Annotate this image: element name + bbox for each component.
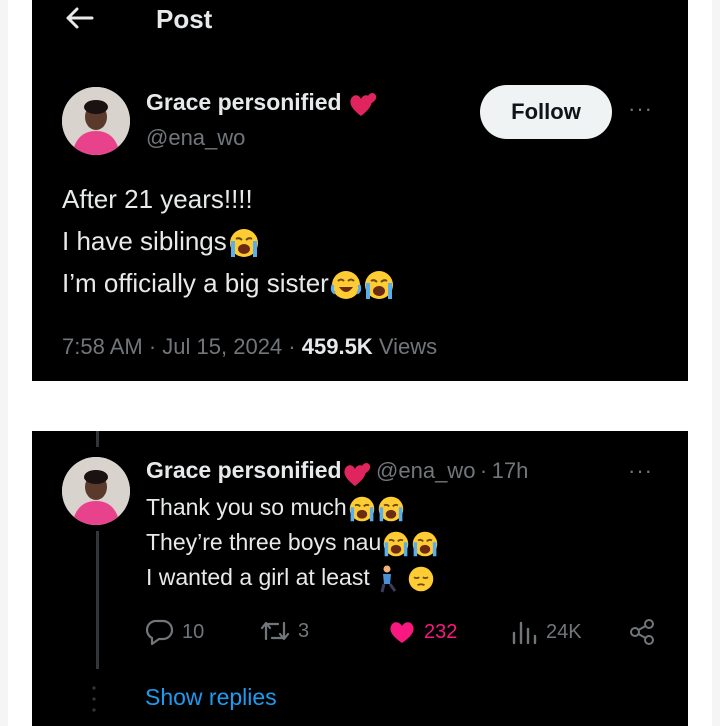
page-title: Post xyxy=(156,4,213,34)
author-handle[interactable]: @ena_wo xyxy=(376,458,475,483)
more-options-icon[interactable]: ··· xyxy=(628,458,653,484)
post-line-3: I’m officially a big sister xyxy=(62,262,395,304)
heart-emoji-icon xyxy=(350,92,377,116)
post-line-1: After 21 years!!!! xyxy=(62,184,253,214)
author-handle[interactable]: @ena_wo xyxy=(146,125,245,151)
header-separator: · xyxy=(479,458,488,483)
views-count: 459.5K xyxy=(301,334,373,359)
tears-of-joy-emoji xyxy=(330,271,361,300)
reply-count: 10 xyxy=(182,620,205,643)
post-body: After 21 years!!!! I have siblings I’m o… xyxy=(62,178,395,304)
repost-icon xyxy=(260,621,290,641)
repost-button[interactable]: 3 xyxy=(260,619,309,643)
reply-line-1: Thank you so much xyxy=(146,490,439,525)
author-name[interactable]: Grace personified xyxy=(146,89,342,115)
views-label: Views xyxy=(378,334,438,359)
avatar[interactable] xyxy=(62,87,130,155)
post-date[interactable]: Jul 15, 2024 xyxy=(162,334,282,359)
analytics-icon xyxy=(512,621,537,645)
loudly-crying-emoji xyxy=(364,271,393,300)
like-icon xyxy=(390,622,414,643)
reply-age[interactable]: 17h xyxy=(492,458,529,483)
avatar[interactable] xyxy=(62,457,130,525)
reply-line-2: They’re three boys nau xyxy=(146,525,439,560)
pensive-emoji xyxy=(408,566,433,592)
heart-emoji-icon xyxy=(343,462,370,486)
like-button[interactable]: 232 xyxy=(388,619,457,645)
more-options-icon[interactable]: ··· xyxy=(628,96,653,122)
reply-icon xyxy=(146,619,174,645)
analytics-button[interactable]: 24K xyxy=(510,619,582,645)
meta-separator: · xyxy=(288,334,296,359)
post-meta: 7:58 AM · Jul 15, 2024 · 459.5K Views xyxy=(62,334,437,360)
loudly-crying-emoji xyxy=(378,496,403,522)
reply-body: Thank you so much They’re three boys nau… xyxy=(146,490,439,595)
back-arrow-icon[interactable] xyxy=(64,6,94,30)
reply-line-3: I wanted a girl at least xyxy=(146,560,439,595)
thread-line-top xyxy=(96,431,99,447)
loudly-crying-emoji xyxy=(349,496,374,522)
follow-button[interactable]: Follow xyxy=(480,85,612,139)
loudly-crying-emoji xyxy=(413,531,438,557)
post-line-2: I have siblings xyxy=(62,220,395,262)
reply-card: Grace personified @ena_wo · 17h ··· Than… xyxy=(32,431,688,726)
author-name[interactable]: Grace personified xyxy=(146,457,342,483)
like-count: 232 xyxy=(424,620,458,643)
post-card: Post Grace personified @ena_wo Follow ··… xyxy=(32,0,688,381)
view-count: 24K xyxy=(546,620,582,643)
post-time[interactable]: 7:58 AM xyxy=(62,334,143,359)
reply-header: Grace personified @ena_wo · 17h xyxy=(146,457,528,488)
loudly-crying-emoji xyxy=(229,229,258,258)
repost-count: 3 xyxy=(298,619,310,642)
share-icon xyxy=(630,619,654,645)
reply-button[interactable]: 10 xyxy=(146,619,204,645)
kneeling-person-emoji xyxy=(380,565,397,593)
share-button[interactable] xyxy=(628,619,656,645)
author-name-row[interactable]: Grace personified xyxy=(146,89,378,118)
loudly-crying-emoji xyxy=(384,531,409,557)
more-replies-dots-icon xyxy=(92,686,96,712)
meta-separator: · xyxy=(148,334,157,359)
show-replies-link[interactable]: Show replies xyxy=(145,684,277,711)
thread-line xyxy=(96,531,99,669)
